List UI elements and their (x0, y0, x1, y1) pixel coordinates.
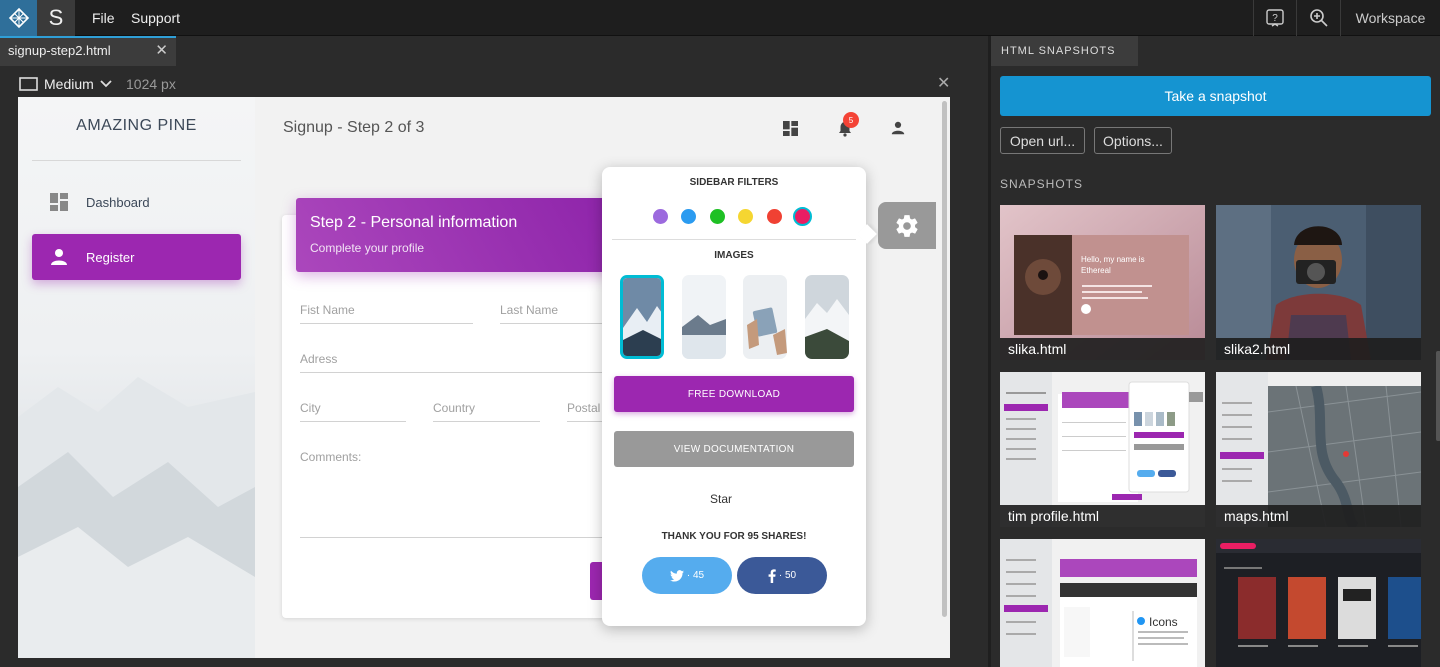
divider (32, 160, 241, 161)
snapshot-caption: maps.html (1216, 505, 1421, 527)
take-snapshot-button[interactable]: Take a snapshot (1000, 76, 1431, 116)
signup-card: Fist Name Last Name Adress City Country … (282, 215, 615, 618)
snapshots-heading: SNAPSHOTS (1000, 177, 1084, 191)
viewport-size-select[interactable]: Medium (44, 76, 94, 92)
snapshot-preview (1216, 372, 1421, 527)
sidebar-image-3[interactable] (743, 275, 787, 359)
view-documentation-button[interactable]: VIEW DOCUMENTATION (614, 431, 854, 467)
notifications-button[interactable]: 5 (837, 112, 859, 139)
snapshot-preview (1216, 539, 1421, 667)
site-sidebar: AMAZING PINE Dashboard Register (18, 97, 255, 658)
snapshot-headline: Hello, my name is Ethereal (1081, 255, 1145, 275)
snapshot-icons[interactable]: Icons (1000, 539, 1205, 667)
color-filter-dot[interactable] (709, 209, 725, 224)
help-button[interactable]: ? (1253, 0, 1296, 36)
nav-label: Register (86, 249, 135, 265)
sidebar-image-2[interactable] (682, 275, 726, 359)
snapshot-slika[interactable]: Hello, my name is Ethereal slika.html (1000, 205, 1205, 360)
page-title: Signup - Step 2 of 3 (283, 119, 425, 136)
tab-signup-step2[interactable]: signup-step2.html ✕ (0, 36, 176, 66)
snapshot-slika2[interactable]: slika2.html (1216, 205, 1421, 360)
color-filter-dot[interactable] (653, 209, 668, 224)
nav-item-dashboard[interactable]: Dashboard (32, 179, 241, 225)
monitor-icon (19, 77, 38, 91)
help-icon: ? (1266, 9, 1284, 27)
facebook-share-button[interactable]: · 50 (737, 557, 827, 594)
viewport-toolbar: Medium 1024 px ✕ (0, 66, 988, 98)
open-url-button[interactable]: Open url... (1000, 127, 1085, 154)
last-name-field[interactable]: Last Name (500, 303, 615, 324)
zoom-button[interactable] (1296, 0, 1340, 36)
preview-scrollbar[interactable] (939, 97, 950, 658)
color-filter-dot[interactable] (766, 209, 782, 224)
svg-text:?: ? (1272, 13, 1278, 24)
snapshot-caption: slika2.html (1216, 338, 1421, 360)
card-title: Step 2 - Personal information (310, 214, 518, 231)
facebook-count: · 50 (778, 570, 797, 581)
close-viewport-icon[interactable]: ✕ (937, 73, 950, 93)
facebook-icon (768, 568, 776, 583)
gear-icon (896, 214, 918, 237)
twitter-icon (669, 569, 684, 582)
workspace-button[interactable]: Workspace (1340, 0, 1440, 36)
divider (612, 239, 856, 240)
card-subtitle: Complete your profile (310, 241, 425, 255)
snapshot-caption: slika.html (1000, 338, 1205, 360)
site-brand[interactable]: AMAZING PINE (32, 117, 241, 135)
snapshot-preview-heading: Icons (1149, 615, 1178, 629)
twitter-share-button[interactable]: · 45 (642, 557, 732, 594)
snapshot-preview (1216, 205, 1421, 360)
snapshots-panel: HTML SNAPSHOTS Take a snapshot Open url.… (988, 36, 1440, 667)
chevron-down-icon (100, 80, 112, 88)
color-filter-dot[interactable] (681, 209, 697, 224)
twitter-count: · 45 (686, 570, 705, 581)
dashboard-icon (783, 121, 798, 136)
close-icon[interactable]: ✕ (155, 38, 168, 64)
panel-scrollbar[interactable] (1436, 351, 1440, 441)
country-field[interactable]: Country (433, 401, 540, 422)
images-title: IMAGES (714, 250, 754, 261)
shares-title: THANK YOU FOR 95 SHARES! (661, 531, 807, 542)
card-header: Step 2 - Personal information Complete y… (296, 198, 616, 272)
free-download-button[interactable]: FREE DOWNLOAD (614, 376, 854, 412)
snapshot-caption: tim profile.html (1000, 505, 1205, 527)
comments-field[interactable]: Comments: (300, 450, 615, 538)
tab-html-snapshots[interactable]: HTML SNAPSHOTS (991, 36, 1138, 66)
page-preview: AMAZING PINE Dashboard Register Signup -… (18, 97, 950, 658)
snapshot-maps[interactable]: maps.html (1216, 372, 1421, 527)
dashboard-icon (50, 193, 68, 211)
viewport-width-label: 1024 px (126, 76, 176, 92)
snapshot-preview (1000, 372, 1205, 527)
s-button[interactable]: S (37, 0, 75, 36)
first-name-field[interactable]: Fist Name (300, 303, 473, 324)
snapshot-movies[interactable] (1216, 539, 1421, 667)
nav-item-register[interactable]: Register (32, 234, 241, 280)
nav-label: Dashboard (86, 194, 150, 210)
zoom-in-icon (1309, 9, 1328, 27)
sidebar-image-4[interactable] (805, 275, 849, 359)
settings-toggle[interactable] (878, 202, 936, 249)
sidebar-filters-title: SIDEBAR FILTERS (689, 177, 779, 188)
address-field[interactable]: Adress (300, 352, 615, 373)
top-menu-bar: S File Support ? Workspace (0, 0, 1440, 36)
tab-title: signup-step2.html (8, 43, 111, 58)
snapshot-preview (1000, 205, 1205, 360)
notification-badge: 5 (843, 112, 859, 128)
app-logo-icon[interactable] (0, 0, 37, 36)
person-icon (891, 121, 905, 135)
fixed-plugin-dropdown: SIDEBAR FILTERS IMAGES FREE DOWNLOAD VIE… (602, 167, 877, 626)
person-icon (51, 249, 67, 265)
options-button[interactable]: Options... (1094, 127, 1172, 154)
github-star-button[interactable]: Star (602, 492, 840, 506)
file-menu[interactable]: File (92, 0, 115, 36)
sidebar-background-image (18, 377, 255, 658)
support-menu[interactable]: Support (131, 0, 180, 36)
snapshot-tim-profile[interactable]: tim profile.html (1000, 372, 1205, 527)
scrollbar-thumb[interactable] (942, 101, 947, 617)
sidebar-image-1[interactable] (620, 275, 664, 359)
city-field[interactable]: City (300, 401, 406, 422)
snapshot-preview (1000, 539, 1205, 667)
color-filter-dot[interactable] (793, 207, 812, 226)
color-filter-dot[interactable] (738, 209, 754, 224)
